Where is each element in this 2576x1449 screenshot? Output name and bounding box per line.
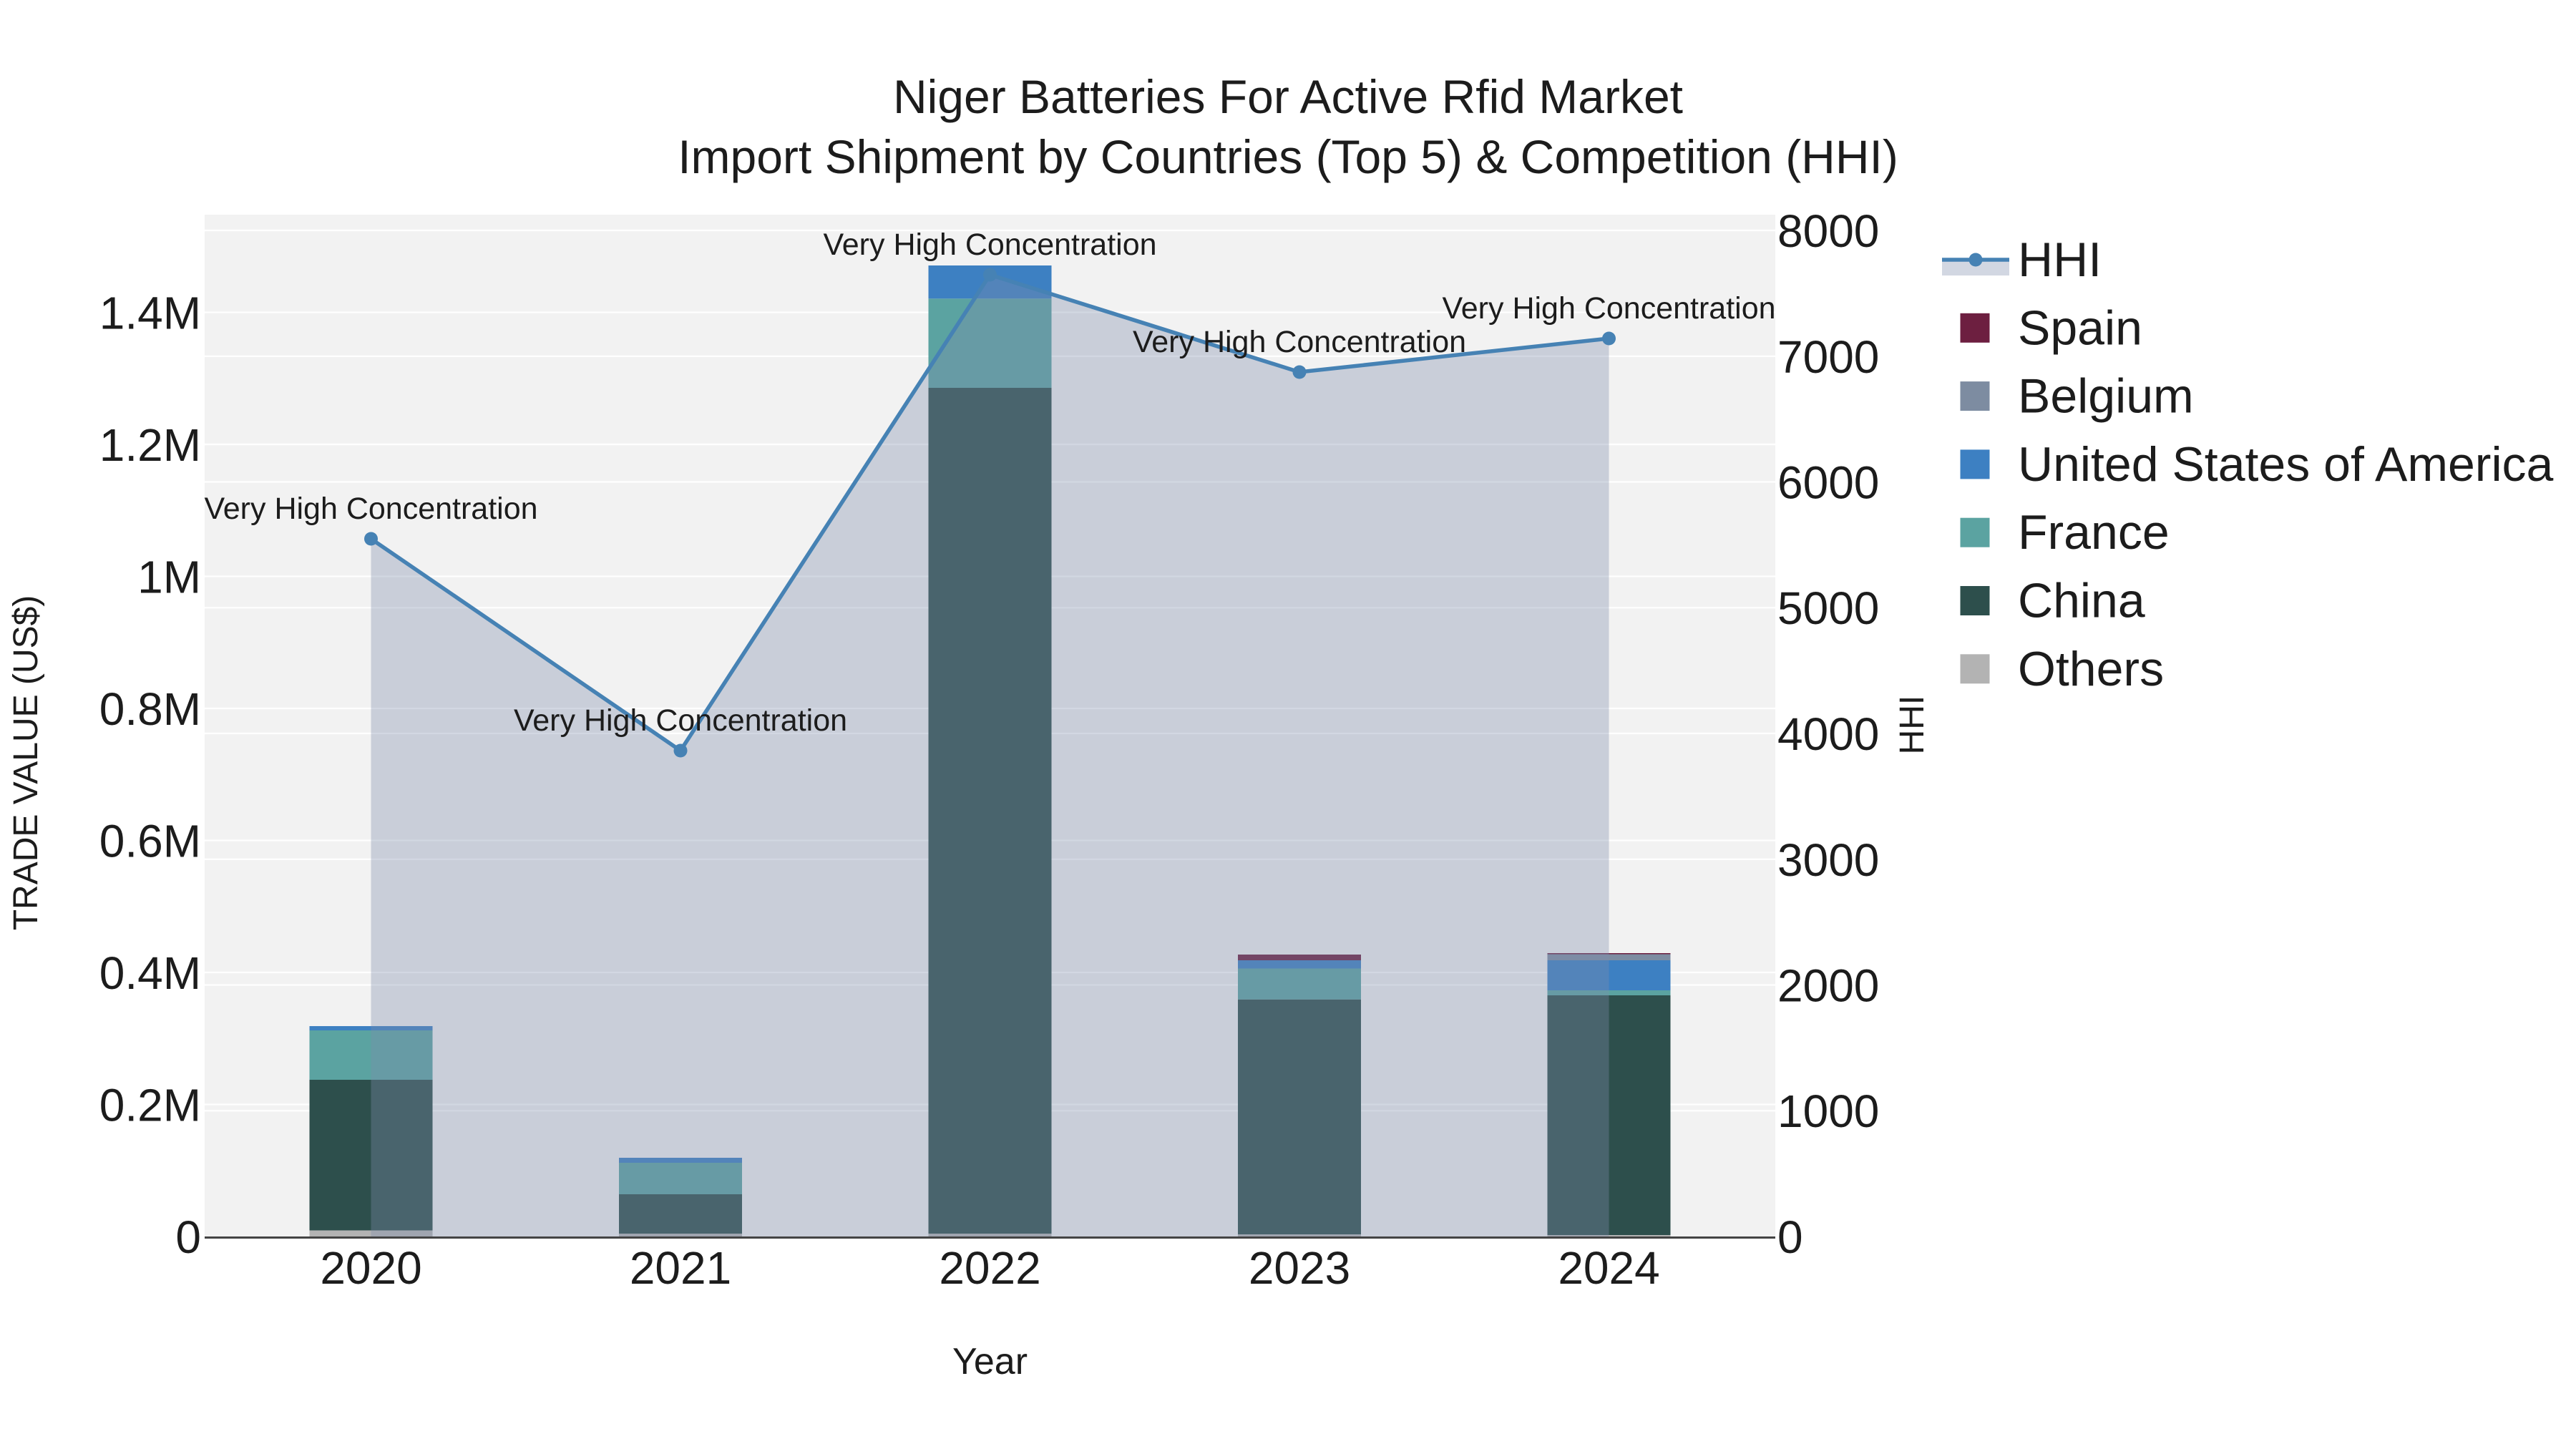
svg-text:2021: 2021	[630, 1242, 731, 1294]
svg-text:Year: Year	[952, 1341, 1028, 1382]
svg-text:0.4M: 0.4M	[99, 947, 201, 999]
svg-text:United States of America: United States of America	[2018, 437, 2554, 492]
svg-text:Very High Concentration: Very High Concentration	[823, 228, 1156, 262]
svg-text:Very High Concentration: Very High Concentration	[1133, 325, 1466, 359]
svg-text:2024: 2024	[1558, 1242, 1659, 1294]
svg-text:1M: 1M	[137, 552, 201, 603]
svg-text:0.8M: 0.8M	[99, 683, 201, 735]
svg-text:Spain: Spain	[2018, 301, 2142, 355]
svg-text:6000: 6000	[1777, 457, 1879, 509]
svg-text:Very High Concentration: Very High Concentration	[1442, 291, 1775, 326]
svg-text:Others: Others	[2018, 642, 2164, 696]
svg-text:0: 0	[175, 1211, 201, 1263]
svg-text:Import Shipment by Countries (: Import Shipment by Countries (Top 5) & C…	[678, 130, 1898, 183]
svg-text:Belgium: Belgium	[2018, 369, 2194, 424]
svg-text:4000: 4000	[1777, 708, 1879, 760]
svg-text:0.6M: 0.6M	[99, 816, 201, 867]
svg-text:Very High Concentration: Very High Concentration	[514, 703, 847, 738]
svg-text:5000: 5000	[1777, 582, 1879, 634]
svg-text:0.2M: 0.2M	[99, 1080, 201, 1131]
svg-text:1.4M: 1.4M	[99, 288, 201, 339]
svg-text:TRADE VALUE (US$): TRADE VALUE (US$)	[7, 595, 45, 931]
svg-text:0: 0	[1777, 1211, 1803, 1263]
svg-text:1.2M: 1.2M	[99, 419, 201, 471]
svg-text:China: China	[2018, 574, 2145, 628]
svg-text:2023: 2023	[1249, 1242, 1350, 1294]
svg-text:HHI: HHI	[2018, 233, 2102, 287]
svg-text:7000: 7000	[1777, 331, 1879, 383]
svg-text:HHI: HHI	[1893, 696, 1931, 755]
svg-text:2020: 2020	[320, 1242, 421, 1294]
svg-text:France: France	[2018, 505, 2170, 560]
svg-text:2000: 2000	[1777, 960, 1879, 1012]
svg-text:Niger Batteries For Active Rfi: Niger Batteries For Active Rfid Market	[893, 70, 1683, 123]
svg-text:8000: 8000	[1777, 205, 1879, 257]
svg-text:1000: 1000	[1777, 1085, 1879, 1137]
svg-text:3000: 3000	[1777, 834, 1879, 886]
svg-text:2022: 2022	[939, 1242, 1040, 1294]
svg-text:Very High Concentration: Very High Concentration	[204, 492, 537, 526]
